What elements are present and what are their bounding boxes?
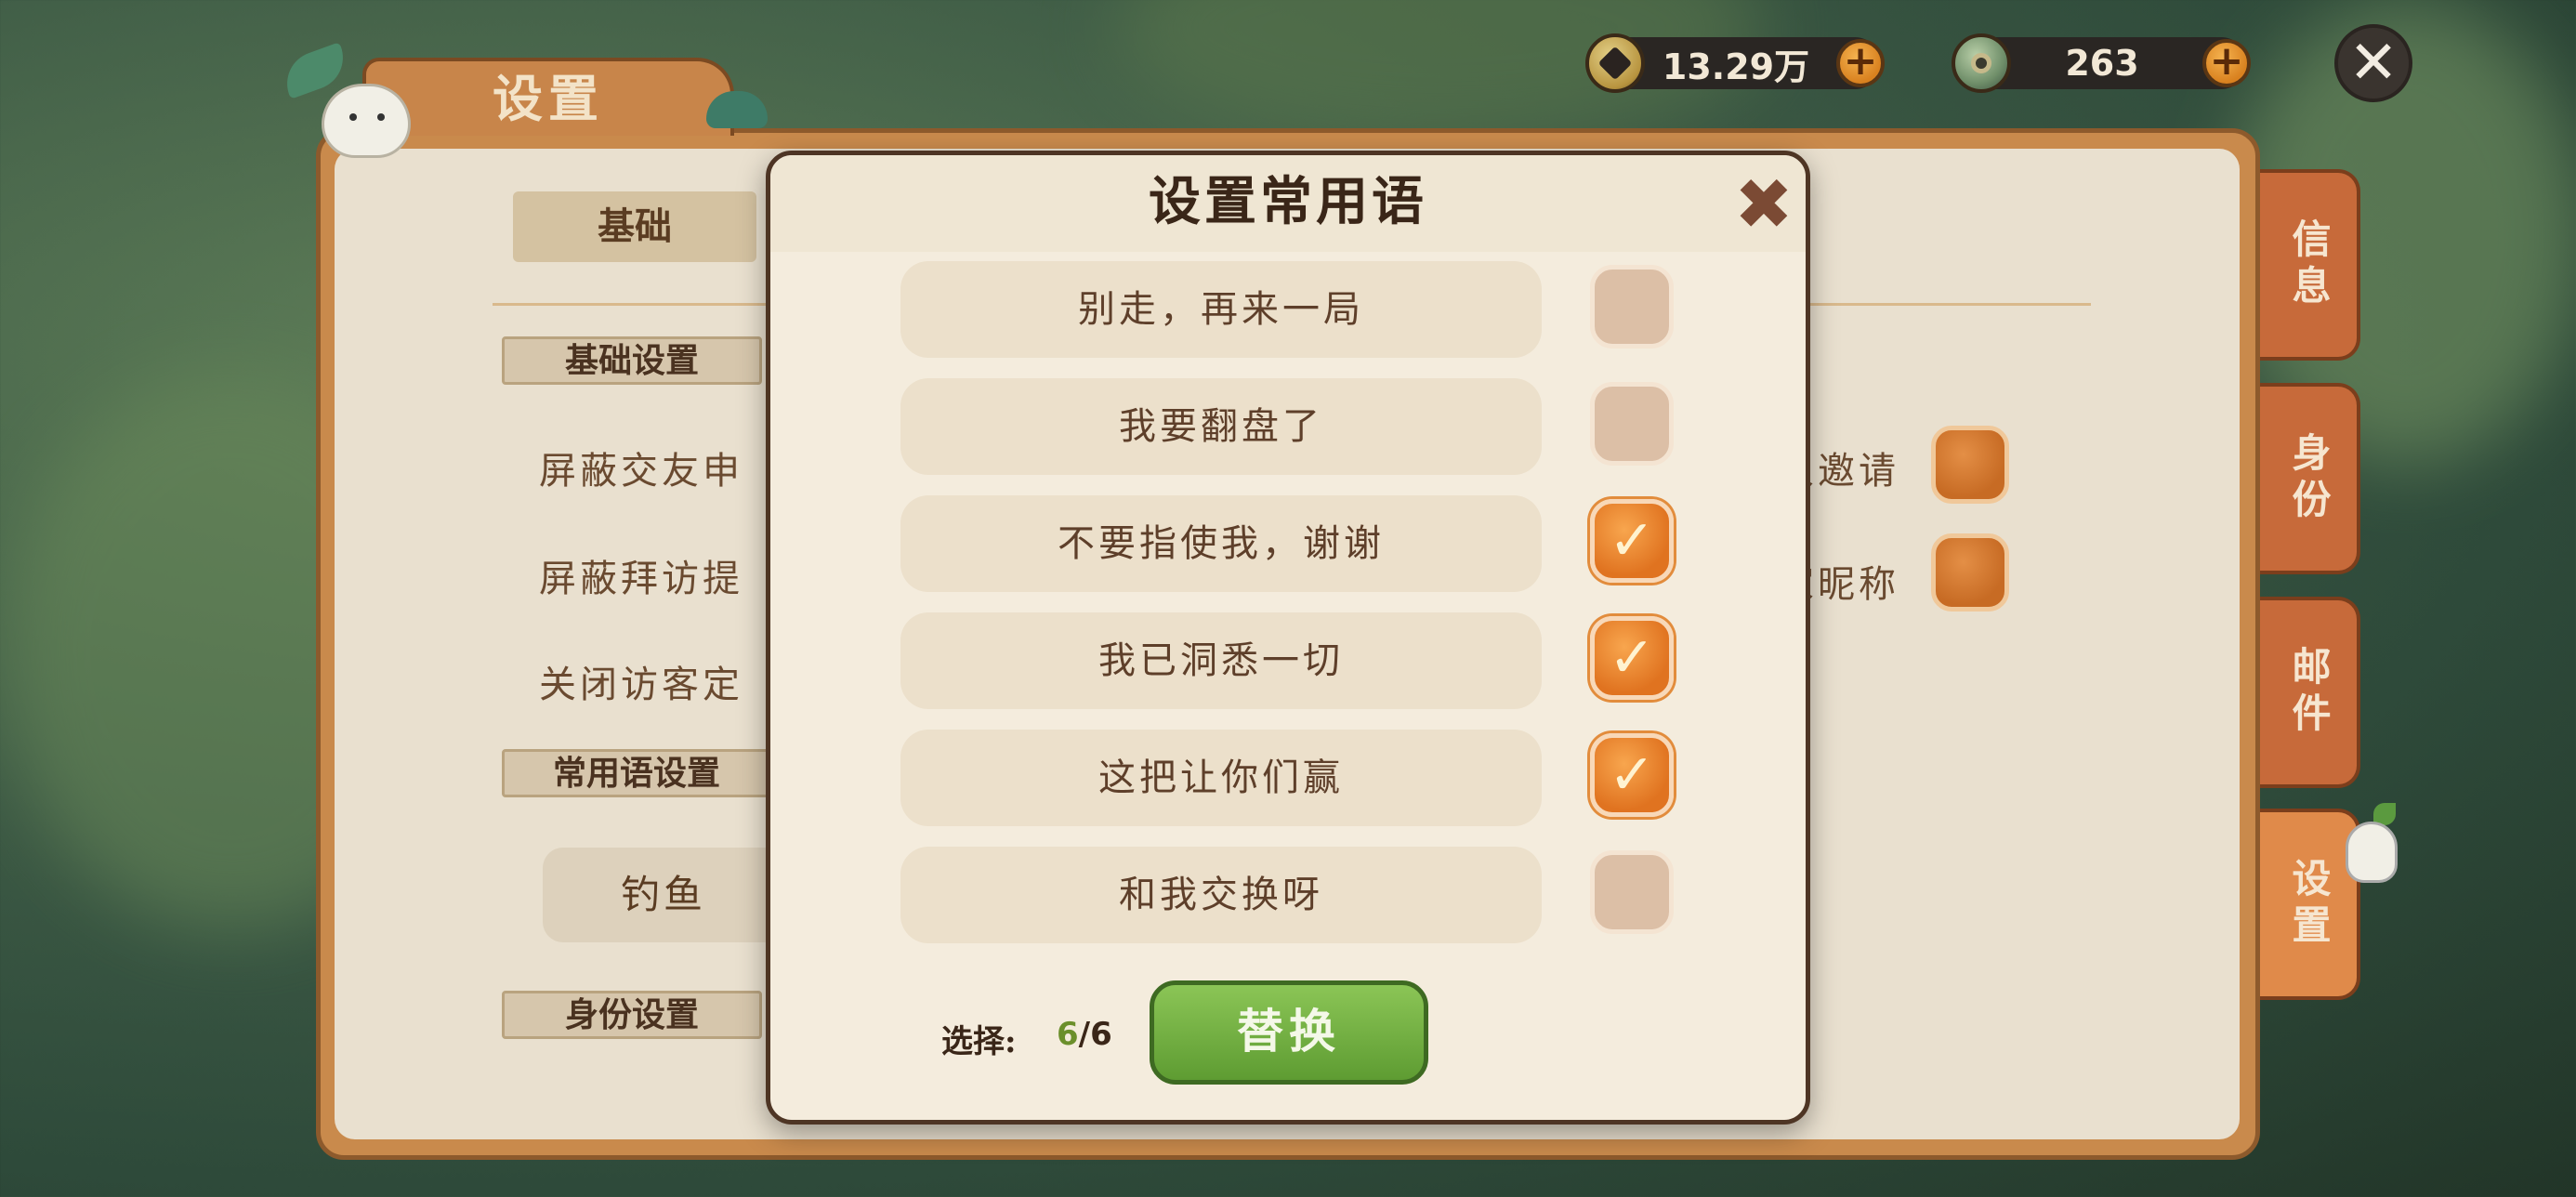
side-tab-label: 信息 bbox=[2286, 218, 2332, 311]
jade-coin-icon bbox=[1952, 33, 2011, 93]
phrase-checkbox[interactable]: ✓ bbox=[1590, 616, 1674, 700]
section-phrase-settings: 常用语设置 bbox=[502, 749, 771, 797]
phrase-row: 我要翻盘了 bbox=[900, 378, 1681, 475]
phrase-row: 和我交换呀 bbox=[900, 847, 1681, 943]
section-basic-settings: 基础设置 bbox=[502, 336, 762, 385]
phrase-row: 不要指使我，谢谢 ✓ bbox=[900, 495, 1681, 592]
close-visitor-label: 关闭访客定 bbox=[539, 664, 743, 706]
phrase-item[interactable]: 这把让你们赢 bbox=[900, 730, 1542, 826]
add-gold-button[interactable]: + bbox=[1836, 39, 1885, 87]
modal-close-button[interactable]: ✖ bbox=[1731, 169, 1796, 240]
phrase-row: 别走，再来一局 bbox=[900, 261, 1681, 358]
jade-currency: 263 + bbox=[1952, 33, 2251, 93]
phrase-modal: 设置常用语 ✖ 别走，再来一局 我要翻盘了 不要指使我，谢谢 ✓ 我已洞悉一切 … bbox=[766, 151, 1810, 1125]
phrase-item[interactable]: 不要指使我，谢谢 bbox=[900, 495, 1542, 592]
gold-coin-icon bbox=[1585, 33, 1645, 93]
nickname-toggle[interactable] bbox=[1931, 533, 2009, 612]
phrase-checkbox[interactable] bbox=[1590, 850, 1674, 934]
radish-mascot-icon bbox=[278, 42, 418, 158]
side-tab-label: 设置 bbox=[2286, 858, 2332, 951]
block-friend-label: 屏蔽交友申 bbox=[539, 450, 743, 493]
gold-currency: 13.29万 + bbox=[1585, 33, 1885, 93]
radish-mascot-icon bbox=[2342, 803, 2407, 888]
phrase-item[interactable]: 和我交换呀 bbox=[900, 847, 1542, 943]
checkmark-icon: ✓ bbox=[1608, 743, 1656, 808]
select-label: 选择: bbox=[941, 1023, 1017, 1060]
select-count: 6/6 bbox=[1057, 1016, 1112, 1053]
page-title: 设置 bbox=[362, 58, 734, 136]
phrase-row: 我已洞悉一切 ✓ bbox=[900, 612, 1681, 709]
side-tab-mail[interactable]: 邮件 bbox=[2260, 597, 2360, 788]
side-tab-info[interactable]: 信息 bbox=[2260, 169, 2360, 361]
phrase-checkbox[interactable]: ✓ bbox=[1590, 499, 1674, 583]
fish-phrase-button[interactable]: 钓鱼 bbox=[543, 848, 784, 942]
phrase-checkbox[interactable]: ✓ bbox=[1590, 733, 1674, 817]
side-tab-label: 邮件 bbox=[2286, 646, 2332, 739]
close-settings-button[interactable]: ✕ bbox=[2334, 24, 2412, 102]
invite-toggle[interactable] bbox=[1931, 426, 2009, 504]
phrase-checkbox[interactable] bbox=[1590, 265, 1674, 349]
phrase-item[interactable]: 我已洞悉一切 bbox=[900, 612, 1542, 709]
add-jade-button[interactable]: + bbox=[2202, 39, 2251, 87]
section-identity-settings: 身份设置 bbox=[502, 991, 762, 1039]
side-tab-label: 身份 bbox=[2286, 432, 2332, 525]
phrase-item[interactable]: 别走，再来一局 bbox=[900, 261, 1542, 358]
phrase-item[interactable]: 我要翻盘了 bbox=[900, 378, 1542, 475]
modal-title: 设置常用语 bbox=[1149, 171, 1427, 232]
selected-count: 6 bbox=[1057, 1016, 1079, 1053]
phrase-row: 这把让你们赢 ✓ bbox=[900, 730, 1681, 826]
replace-button[interactable]: 替换 bbox=[1150, 980, 1428, 1085]
side-tab-identity[interactable]: 身份 bbox=[2260, 383, 2360, 574]
checkmark-icon: ✓ bbox=[1608, 625, 1656, 691]
block-visit-label: 屏蔽拜访提 bbox=[539, 558, 743, 600]
checkmark-icon: ✓ bbox=[1608, 508, 1656, 573]
tab-basic[interactable]: 基础 bbox=[513, 191, 756, 262]
leaf-decoration bbox=[706, 91, 768, 128]
phrase-checkbox[interactable] bbox=[1590, 382, 1674, 466]
total-count: /6 bbox=[1078, 1016, 1112, 1053]
